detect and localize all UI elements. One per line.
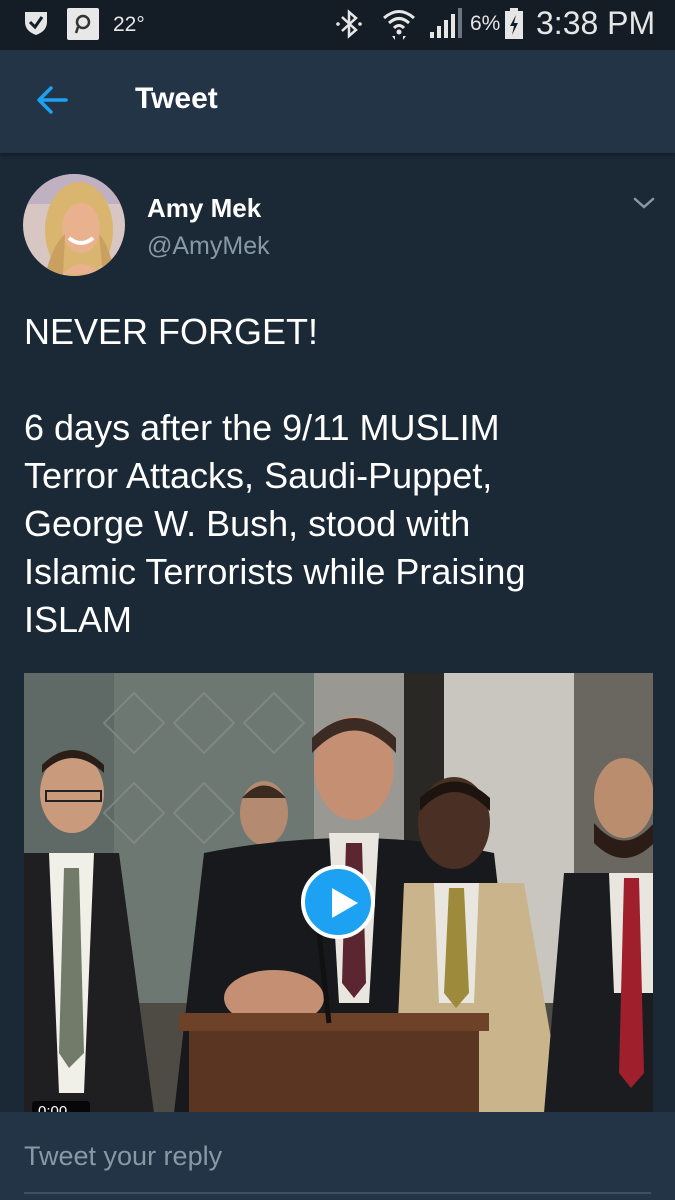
tweet-text-line: Islamic Terrorists while Praising (24, 551, 526, 592)
battery-charging-icon (505, 8, 523, 39)
page-title: Tweet (135, 82, 218, 115)
reply-input-underline (24, 1192, 651, 1194)
tweet-text-line: NEVER FORGET! (24, 311, 319, 352)
wifi-icon (383, 10, 415, 40)
shield-check-icon (25, 12, 47, 35)
status-bar: 22° 6% 3:38 PM (0, 0, 675, 50)
play-button[interactable] (301, 865, 375, 939)
clock-text: 3:38 PM (536, 5, 656, 41)
signal-icon (430, 8, 462, 38)
author-avatar[interactable] (23, 174, 125, 276)
back-arrow-icon (37, 86, 68, 114)
tweet-options-button[interactable] (630, 192, 658, 214)
author-handle[interactable]: @AmyMek (147, 232, 270, 261)
tweet-text: NEVER FORGET! 6 days after the 9/11 MUSL… (24, 308, 644, 644)
reply-bar: Tweet your reply (0, 1112, 675, 1200)
reply-input[interactable]: Tweet your reply (24, 1141, 222, 1172)
temperature-text: 22° (113, 13, 145, 36)
battery-percent-text: 6% (470, 12, 501, 35)
chevron-down-icon (633, 197, 655, 209)
tweet-text-line: George W. Bush, stood with (24, 503, 471, 544)
tweet-text-line (24, 356, 644, 404)
avatar-image (23, 174, 125, 276)
tweet-video[interactable]: 0:00 (24, 673, 653, 1113)
tweet-text-line: ISLAM (24, 599, 133, 640)
tweet-text-line: Terror Attacks, Saudi-Puppet, (24, 455, 493, 496)
bluetooth-icon (336, 9, 362, 39)
play-icon (332, 888, 358, 918)
app-header: Tweet (0, 50, 675, 153)
author-name[interactable]: Amy Mek (147, 193, 261, 224)
tweet-text-line: 6 days after the 9/11 MUSLIM (24, 407, 500, 448)
notification-app-icon (67, 8, 99, 40)
back-button[interactable] (30, 78, 78, 122)
